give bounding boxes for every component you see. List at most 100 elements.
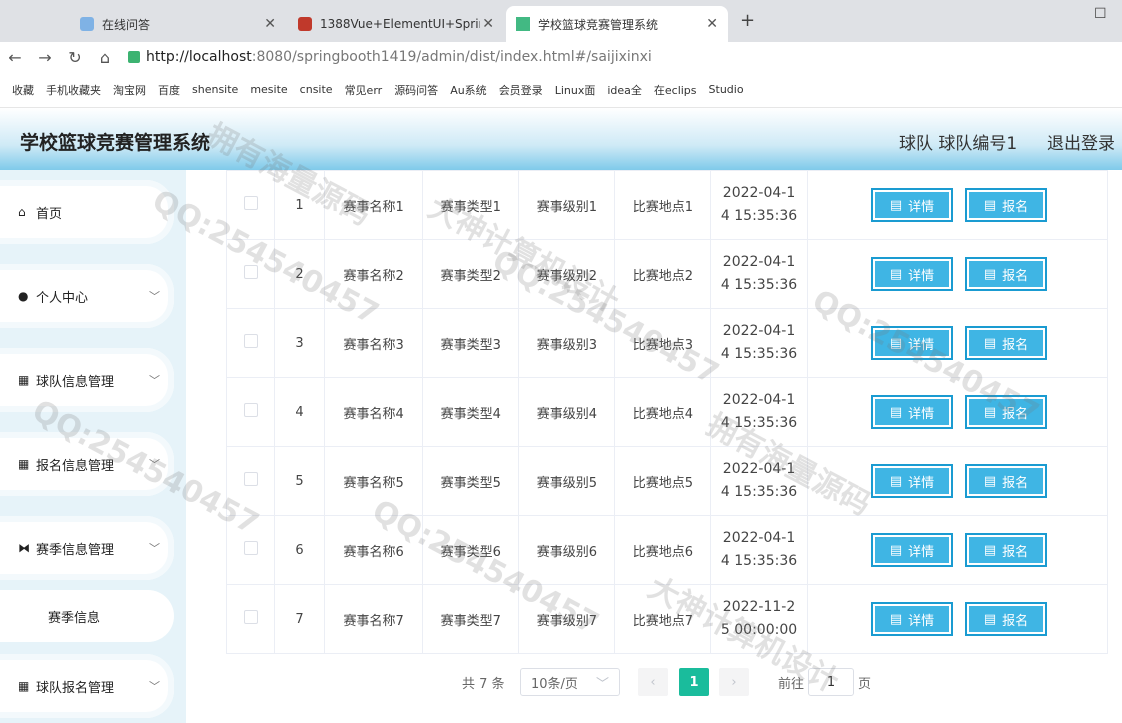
bookmark-item[interactable]: shensite — [192, 83, 238, 96]
detail-button[interactable]: ▤ 详情 — [871, 533, 953, 567]
sidebar-item-season[interactable]: ⧓ 赛季信息管理 ﹀ — [0, 516, 174, 580]
row-checkbox[interactable] — [243, 610, 258, 624]
bookmark-item[interactable]: 淘宝网 — [113, 82, 146, 98]
browser-tab-1[interactable]: 在线问答 ✕ — [70, 6, 286, 42]
cell-type: 赛事类型3 — [440, 337, 501, 353]
detail-button[interactable]: ▤ 详情 — [871, 602, 953, 636]
new-tab-icon[interactable]: + — [740, 10, 755, 31]
signup-button[interactable]: ▤ 报名 — [965, 395, 1047, 429]
bookmark-item[interactable]: 手机收藏夹 — [46, 82, 101, 98]
address-bar-row: ← → ↻ ⌂ http://localhost:8080/springboot… — [0, 42, 1122, 72]
browser-tab-2[interactable]: 1388Vue+ElementUI+Sprin ✕ — [288, 6, 504, 42]
table-cell — [225, 239, 276, 309]
chevron-down-icon: ﹀ — [149, 290, 160, 303]
page-size-select[interactable]: 10条/页 ﹀ — [520, 668, 620, 696]
bookmark-item[interactable]: idea全 — [607, 82, 642, 98]
prev-page-button[interactable]: ‹ — [638, 668, 668, 696]
sidebar-item-label: 报名信息管理 — [36, 458, 115, 474]
cell-name: 赛事名称4 — [343, 406, 404, 422]
url-path: :8080/springbooth1419/admin/dist/index.h… — [251, 49, 652, 65]
table-cell: 赛事类型4 — [422, 377, 520, 447]
cell-place: 比赛地点7 — [632, 613, 694, 629]
close-icon[interactable]: ✕ — [482, 16, 494, 32]
document-icon: ▤ — [983, 473, 997, 489]
cell-type: 赛事类型4 — [440, 406, 501, 422]
signup-button[interactable]: ▤ 报名 — [965, 464, 1047, 498]
table-cell: 2022-04-1 4 15:35:36 — [710, 515, 808, 585]
sidebar-item-home[interactable]: ⌂ 首页 — [0, 180, 174, 244]
detail-label: 详情 — [908, 544, 935, 560]
url-field[interactable]: http://localhost:8080/springbooth1419/ad… — [128, 44, 728, 70]
detail-button[interactable]: ▤ 详情 — [871, 257, 953, 291]
tab-label: 在线问答 — [102, 17, 151, 32]
table-row: 3 赛事名称3 赛事类型3 赛事级别3 比赛地点3 2022-04-1 4 15:35:36… — [225, 308, 1109, 378]
bookmark-item[interactable]: Studio — [709, 83, 744, 96]
bookmark-item[interactable]: Linux面 — [555, 82, 596, 98]
signup-button[interactable]: ▤ 报名 — [965, 602, 1047, 636]
signup-label: 报名 — [1002, 406, 1029, 422]
reload-icon[interactable]: ↻ — [60, 48, 90, 67]
page-number-current[interactable]: 1 — [679, 668, 709, 696]
maximize-icon[interactable]: ☐ — [1094, 6, 1107, 22]
next-page-button[interactable]: › — [719, 668, 749, 696]
row-checkbox[interactable] — [243, 196, 258, 210]
document-icon: ▤ — [889, 404, 903, 420]
detail-label: 详情 — [908, 406, 935, 422]
chevron-down-icon: ﹀ — [149, 458, 160, 471]
bookmark-item[interactable]: 百度 — [158, 82, 180, 98]
sidebar-item-team[interactable]: ▦ 球队信息管理 ﹀ — [0, 348, 174, 412]
signup-label: 报名 — [1002, 613, 1029, 629]
detail-button[interactable]: ▤ 详情 — [871, 464, 953, 498]
pagination: 共 7 条 10条/页 ﹀ ‹ 1 › 前往 1 页 — [186, 668, 1122, 698]
current-user: 球队 球队编号1 — [899, 134, 1018, 154]
sidebar-item-team-signup[interactable]: ▦ 球队报名管理 ﹀ — [0, 654, 174, 718]
back-icon[interactable]: ← — [0, 48, 30, 67]
table-cell: 赛事类型1 — [422, 170, 520, 240]
sidebar: ⌂ 首页 ● 个人中心 ﹀ ▦ 球队信息管理 ﹀ ▦ 报名信息管理 ﹀ ⧓ 赛季… — [0, 170, 186, 723]
tab-label: 学校篮球竞赛管理系统 — [538, 17, 659, 32]
row-checkbox[interactable] — [243, 541, 258, 555]
detail-button[interactable]: ▤ 详情 — [871, 395, 953, 429]
table-cell — [225, 446, 276, 516]
bookmark-item[interactable]: 会员登录 — [499, 82, 543, 98]
table-cell: 3 — [274, 308, 326, 378]
detail-button[interactable]: ▤ 详情 — [871, 188, 953, 222]
table-cell: 赛事名称4 — [324, 377, 424, 447]
sidebar-item-profile[interactable]: ● 个人中心 ﹀ — [0, 264, 174, 328]
row-checkbox[interactable] — [243, 334, 258, 348]
row-checkbox[interactable] — [243, 403, 258, 417]
table-row: 5 赛事名称5 赛事类型5 赛事级别5 比赛地点5 2022-04-1 4 15:35:36… — [225, 446, 1109, 516]
logout-button[interactable]: 退出登录 — [1047, 129, 1115, 154]
row-checkbox[interactable] — [243, 472, 258, 486]
cell-place: 比赛地点5 — [632, 475, 694, 491]
goto-label: 前往 — [778, 676, 805, 692]
bookmark-item[interactable]: 源码问答 — [394, 82, 438, 98]
signup-button[interactable]: ▤ 报名 — [965, 326, 1047, 360]
home-icon[interactable]: ⌂ — [90, 48, 120, 67]
bookmark-item[interactable]: cnsite — [300, 83, 333, 96]
cell-level: 赛事级别5 — [536, 475, 597, 491]
bookmark-item[interactable]: Au系统 — [450, 82, 487, 98]
table-cell — [225, 377, 276, 447]
signup-button[interactable]: ▤ 报名 — [965, 257, 1047, 291]
bookmark-item[interactable]: 在eclips — [654, 82, 697, 98]
close-icon[interactable]: ✕ — [264, 16, 276, 32]
sidebar-item-signup-info[interactable]: ▦ 报名信息管理 ﹀ — [0, 432, 174, 496]
sidebar-subitem-season-info[interactable]: 赛季信息 — [0, 590, 174, 642]
table-row: 6 赛事名称6 赛事类型6 赛事级别6 比赛地点6 2022-04-1 4 15:35:36… — [225, 515, 1109, 585]
bookmark-item[interactable]: 收藏 — [12, 82, 34, 98]
goto-page-input[interactable]: 1 — [808, 668, 854, 696]
app-header: 学校篮球竞赛管理系统 球队 球队编号1 退出登录 — [0, 108, 1122, 170]
detail-button[interactable]: ▤ 详情 — [871, 326, 953, 360]
table-cell: 赛事级别3 — [518, 308, 616, 378]
forward-icon[interactable]: → — [30, 48, 60, 67]
bookmark-item[interactable]: mesite — [250, 83, 287, 96]
signup-button[interactable]: ▤ 报名 — [965, 533, 1047, 567]
browser-tab-3[interactable]: 学校篮球竞赛管理系统 ✕ — [506, 6, 728, 42]
row-checkbox[interactable] — [243, 265, 258, 279]
bookmark-item[interactable]: 常见err — [345, 82, 383, 98]
signup-button[interactable]: ▤ 报名 — [965, 188, 1047, 222]
cell-time: 2022-04-1 4 15:35:36 — [720, 461, 798, 500]
grid-icon: ▦ — [18, 373, 30, 387]
close-icon[interactable]: ✕ — [706, 16, 718, 32]
